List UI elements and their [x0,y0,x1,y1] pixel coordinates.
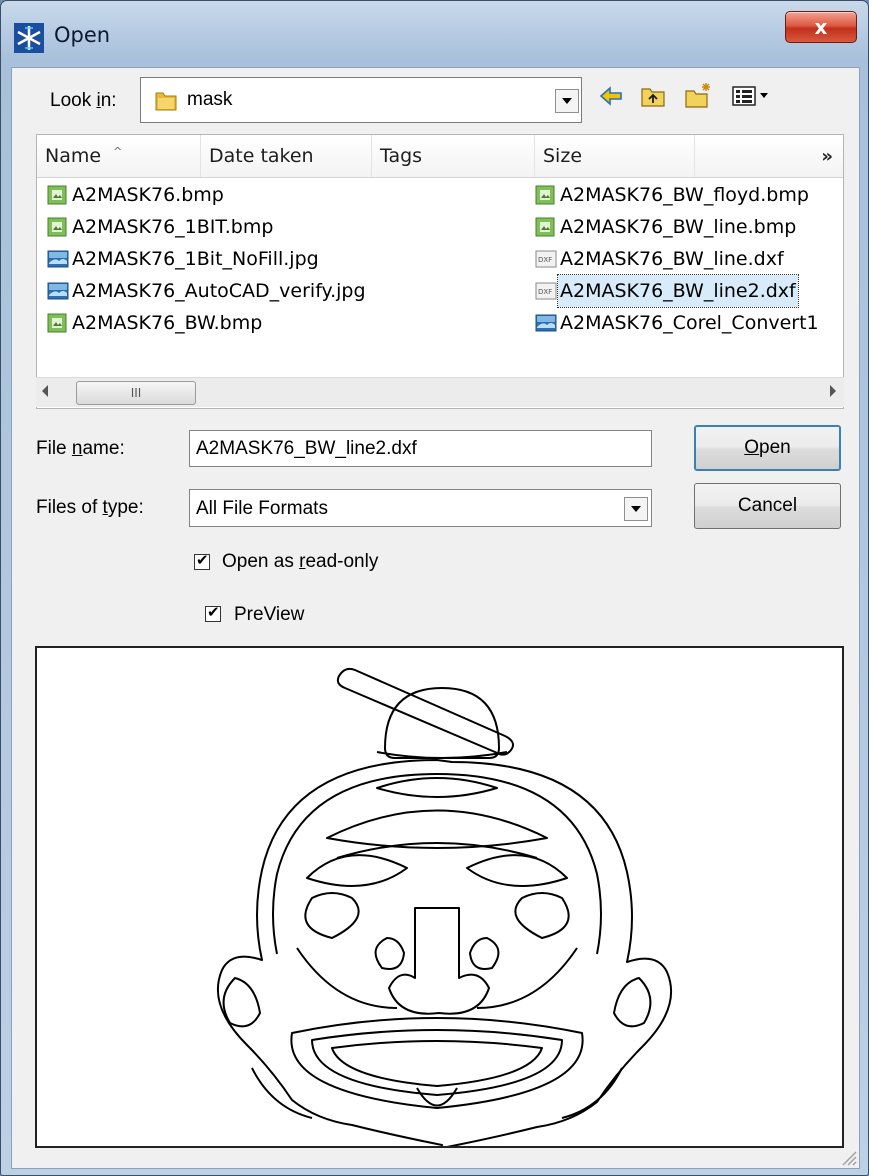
chevron-down-icon[interactable] [555,89,579,113]
view-menu-icon[interactable] [730,82,780,110]
read-only-checkbox[interactable] [194,551,210,570]
file-name: A2MASK76_BW_line.bmp [560,216,797,238]
file-name: A2MASK76_BW_floyd.bmp [560,184,809,206]
folder-icon [155,92,177,111]
column-header: Name ^ Date taken Tags Size » [37,135,843,178]
preview-pane [35,646,844,1176]
file-name: A2MASK76_BW_line2.dxf [557,274,799,308]
window-title: Open [54,23,111,47]
back-arrow-icon[interactable] [597,82,625,110]
file-name: A2MASK76_1Bit_NoFill.jpg [72,248,319,270]
open-button[interactable]: Open [694,425,841,471]
mask-drawing-preview [216,667,673,1176]
sort-arrow-icon: ^ [113,145,123,158]
open-dialog: Open x Look in: mask Name ^ Date taken T… [0,0,869,1176]
horizontal-scrollbar[interactable]: III [36,377,844,407]
preview-checkbox[interactable] [205,603,221,622]
svg-text:DXF: DXF [538,256,552,264]
file-name: A2MASK76.bmp [72,184,224,206]
look-in-label: Look in: [50,90,117,111]
column-header-size[interactable]: Size [535,135,695,177]
look-in-combobox[interactable]: mask [140,77,582,123]
column-header-tags[interactable]: Tags [372,135,535,177]
read-only-label[interactable]: Open as read-only [222,551,378,573]
file-name: A2MASK76_BW_line.dxf [560,248,784,270]
dialog-client-area: Look in: mask Name ^ Date taken Tags Siz… [11,67,860,1176]
more-columns-icon[interactable]: » [821,135,833,179]
file-name-input[interactable]: A2MASK76_BW_line2.dxf [189,430,652,467]
look-in-value: mask [187,89,233,110]
scroll-left-icon[interactable] [42,385,48,397]
files-of-type-select[interactable]: All File Formats [189,489,652,527]
column-header-date-taken[interactable]: Date taken [201,135,372,177]
file-name: A2MASK76_Corel_Convert1 [560,312,819,334]
app-snowflake-icon [14,23,44,53]
new-folder-icon[interactable] [684,82,712,110]
file-name-label: File name: [36,438,125,459]
close-icon: x [814,15,828,39]
file-list[interactable]: Name ^ Date taken Tags Size » A2MASK76.bm… [36,134,844,409]
files-of-type-label: Files of type: [36,497,144,518]
cancel-button[interactable]: Cancel [694,483,841,529]
scroll-right-icon[interactable] [830,385,836,397]
resize-grip-icon[interactable] [839,1148,857,1166]
file-name: A2MASK76_AutoCAD_verify.jpg [72,280,366,302]
file-name: A2MASK76_1BIT.bmp [72,216,274,238]
preview-label[interactable]: PreView [234,604,304,626]
file-name: A2MASK76_BW.bmp [72,312,263,334]
scrollbar-thumb[interactable]: III [76,381,196,405]
column-header-name[interactable]: Name ^ [37,135,201,177]
svg-text:DXF: DXF [538,288,552,296]
close-button[interactable]: x [785,11,857,43]
chevron-down-icon[interactable] [624,497,648,521]
up-folder-icon[interactable] [639,82,667,110]
title-bar[interactable]: Open x [1,1,868,71]
files-of-type-value: All File Formats [196,498,328,519]
